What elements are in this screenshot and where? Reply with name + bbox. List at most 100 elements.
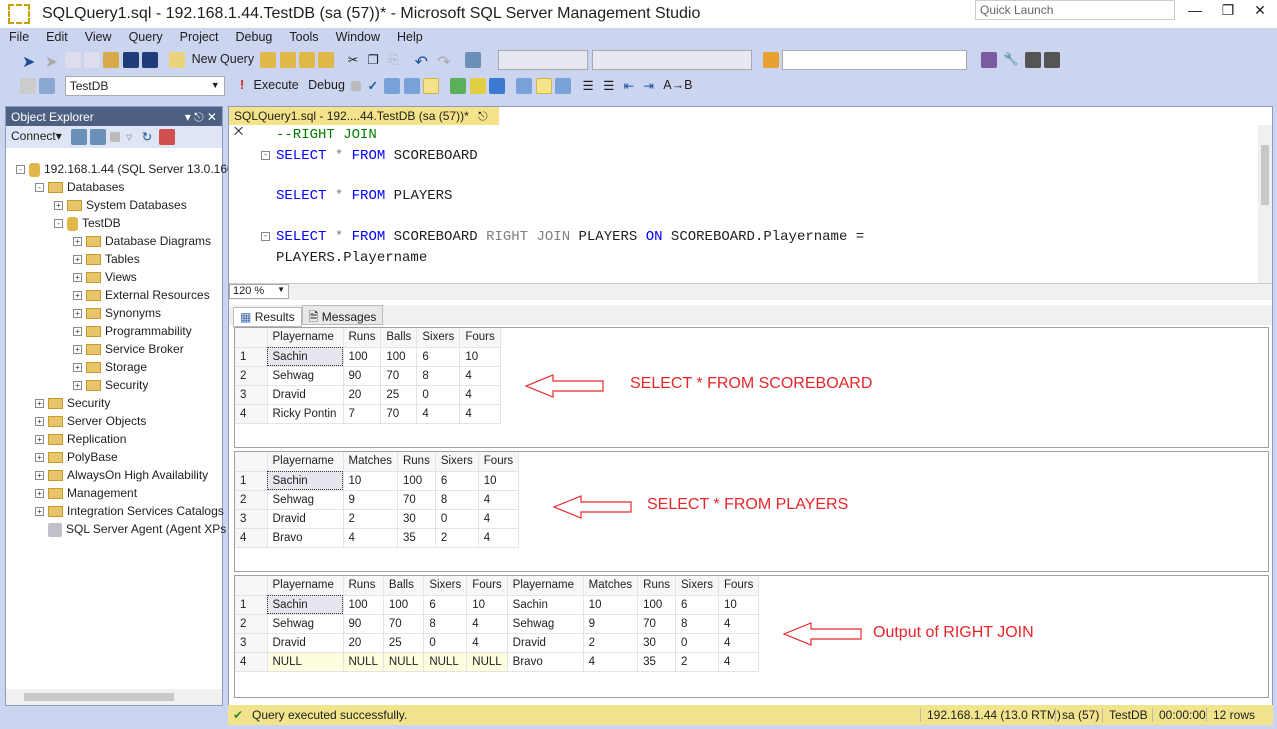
table-cell[interactable]: 4 (417, 404, 460, 423)
properties-wrench-icon[interactable]: 🔧 (1003, 52, 1019, 68)
menu-file[interactable]: File (0, 28, 37, 44)
table-cell[interactable]: 10 (583, 595, 637, 614)
column-header[interactable]: Runs (638, 576, 676, 595)
row-number[interactable]: 1 (235, 347, 267, 366)
row-number[interactable]: 1 (235, 471, 267, 490)
pin-icon[interactable]: ▾ ⎋ ✕ (185, 110, 217, 125)
table-cell[interactable]: 20 (343, 385, 381, 404)
add-item-icon[interactable] (84, 52, 100, 68)
table-cell[interactable]: 70 (381, 404, 417, 423)
menu-tools[interactable]: Tools (280, 28, 326, 44)
table-cell[interactable]: 100 (381, 347, 417, 366)
column-header[interactable]: Fours (718, 576, 758, 595)
corner-cell[interactable] (235, 452, 267, 471)
toolbox-icon[interactable] (1025, 52, 1041, 68)
live-stats-icon[interactable] (470, 78, 486, 94)
corner-cell[interactable] (235, 328, 267, 347)
horizontal-scrollbar[interactable] (6, 689, 222, 705)
expand-icon[interactable]: + (73, 345, 82, 354)
table-cell[interactable]: 10 (718, 595, 758, 614)
table-cell[interactable]: Sachin (267, 595, 343, 614)
connect-server-icon[interactable] (71, 129, 87, 145)
table-cell[interactable]: 4 (467, 614, 507, 633)
row-number[interactable]: 2 (235, 490, 267, 509)
tree-item[interactable]: +Server Objects (6, 412, 222, 430)
table-cell[interactable]: 2 (343, 509, 397, 528)
table-cell[interactable]: 8 (417, 366, 460, 385)
table-cell[interactable]: Sehwag (267, 490, 343, 509)
column-header[interactable]: Playername (267, 328, 343, 347)
table-cell[interactable]: 70 (383, 614, 423, 633)
save-all-icon[interactable] (142, 52, 158, 68)
column-header[interactable]: Sixers (435, 452, 478, 471)
column-header[interactable]: Runs (343, 576, 383, 595)
table-cell[interactable]: 4 (460, 366, 500, 385)
table-cell[interactable]: 9 (583, 614, 637, 633)
connect-icon[interactable] (20, 78, 36, 94)
refresh-icon[interactable]: ↻ (142, 129, 152, 145)
table-cell[interactable]: Sachin (267, 347, 343, 366)
open-file-icon[interactable] (103, 52, 119, 68)
row-number[interactable]: 2 (235, 614, 267, 633)
expand-icon[interactable]: + (73, 255, 82, 264)
table-cell[interactable]: 0 (435, 509, 478, 528)
table-cell[interactable]: 0 (417, 385, 460, 404)
table-cell[interactable]: 4 (583, 652, 637, 671)
table-cell[interactable]: 70 (638, 614, 676, 633)
table-cell[interactable]: 30 (638, 633, 676, 652)
tree-item[interactable]: +External Resources (6, 286, 222, 304)
tree-item[interactable]: -192.168.1.44 (SQL Server 13.0.160 (6, 160, 222, 178)
tree-item[interactable]: +Database Diagrams (6, 232, 222, 250)
table-cell[interactable]: 6 (417, 347, 460, 366)
table-cell[interactable]: Sehwag (507, 614, 583, 633)
table-cell[interactable]: Sehwag (267, 366, 343, 385)
undo-icon[interactable]: ↶ (415, 52, 428, 68)
table-cell[interactable]: 10 (467, 595, 507, 614)
table-cell[interactable]: 10 (460, 347, 500, 366)
column-header[interactable]: Balls (381, 328, 417, 347)
client-stats-icon[interactable] (489, 78, 505, 94)
tree-item[interactable]: +Management (6, 484, 222, 502)
expand-icon[interactable]: + (35, 417, 44, 426)
connect-button[interactable]: Connect (11, 129, 56, 143)
table-cell[interactable]: 100 (343, 347, 381, 366)
table-cell[interactable]: 70 (381, 366, 417, 385)
include-plan-icon[interactable] (450, 78, 466, 94)
expand-icon[interactable]: + (35, 399, 44, 408)
row-number[interactable]: 3 (235, 385, 267, 404)
table-cell[interactable]: 30 (397, 509, 435, 528)
column-header[interactable]: Sixers (417, 328, 460, 347)
results-to-text-icon[interactable] (423, 78, 439, 94)
zoom-dropdown[interactable]: 120 %▼ (229, 284, 289, 299)
copy-icon[interactable]: ❐ (368, 52, 379, 68)
table-cell[interactable]: NULL (424, 652, 467, 671)
table-cell[interactable]: NULL (467, 652, 507, 671)
table-cell[interactable]: 25 (383, 633, 423, 652)
table-cell[interactable]: Ricky Pontin (267, 404, 343, 423)
tree-item[interactable]: +Storage (6, 358, 222, 376)
table-cell[interactable]: 90 (343, 366, 381, 385)
change-connection-icon[interactable] (39, 78, 55, 94)
menu-window[interactable]: Window (327, 28, 388, 44)
table-cell[interactable]: Bravo (507, 652, 583, 671)
parse-checkmark-icon[interactable]: ✓ (368, 78, 378, 94)
save-icon[interactable] (123, 52, 139, 68)
table-cell[interactable]: 100 (383, 595, 423, 614)
tree-item[interactable]: +Programmability (6, 322, 222, 340)
results-file-icon[interactable] (555, 78, 571, 94)
filter-icon[interactable]: ▿ (126, 129, 132, 145)
tree-item[interactable]: +Replication (6, 430, 222, 448)
uncomment-icon[interactable]: ☰ (603, 78, 614, 94)
menu-help[interactable]: Help (388, 28, 431, 44)
xmla-query-icon[interactable] (318, 52, 334, 68)
database-dropdown[interactable]: TestDB▼ (65, 76, 225, 96)
paste-icon[interactable]: ⎘ (388, 52, 398, 68)
estimated-plan-icon[interactable] (384, 78, 400, 94)
db-engine-query-icon[interactable] (260, 52, 276, 68)
close-button[interactable]: ✕ (1245, 2, 1275, 22)
table-cell[interactable]: 10 (478, 471, 518, 490)
corner-cell[interactable] (235, 576, 267, 595)
debug-button[interactable]: Debug (308, 78, 345, 94)
execute-button[interactable]: Execute (254, 78, 299, 94)
table-cell[interactable]: Dravid (507, 633, 583, 652)
